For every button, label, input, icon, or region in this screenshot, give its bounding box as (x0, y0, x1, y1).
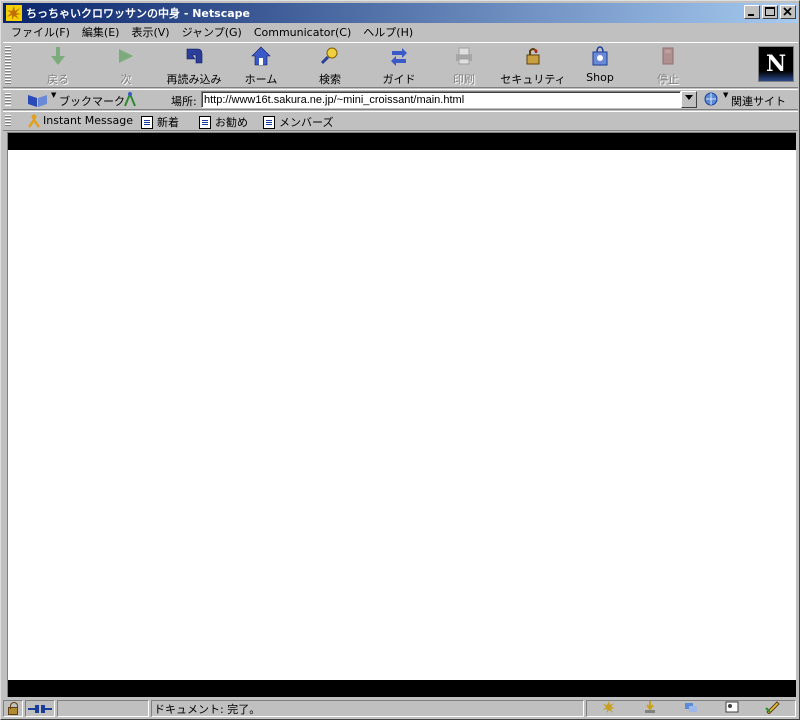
bottom-frame-band (8, 680, 796, 697)
shop-bag-icon (587, 45, 613, 67)
back-button[interactable]: 戻る (41, 45, 75, 87)
document-icon (199, 115, 211, 129)
stop-button[interactable]: 停止 (651, 45, 685, 87)
chevron-down-icon[interactable]: ▼ (51, 91, 56, 99)
window-title: ちっちゃいクロワッサンの中身 - Netscape (26, 7, 250, 20)
instant-message-button[interactable]: Instant Message (27, 114, 133, 128)
title-bar[interactable]: ちっちゃいクロワッサンの中身 - Netscape (3, 3, 798, 23)
page-content[interactable] (7, 132, 796, 697)
print-button[interactable]: 印刷 (447, 45, 481, 87)
personal-link-recommended[interactable]: お勧め (199, 114, 248, 130)
toolbar-grip[interactable] (5, 93, 11, 106)
home-button[interactable]: ホーム (241, 45, 281, 87)
menu-view[interactable]: 表示(V) (125, 24, 175, 40)
search-icon (317, 45, 343, 67)
guide-icon (386, 45, 412, 67)
personal-link-members[interactable]: メンバーズ (263, 114, 333, 130)
personal-link-new[interactable]: 新着 (141, 114, 179, 130)
related-sites-button[interactable]: 関連サイト (731, 93, 786, 109)
document-icon (141, 115, 153, 129)
shop-button[interactable]: Shop (583, 45, 617, 87)
document-icon (263, 115, 275, 129)
reload-button[interactable]: 再読み込み (161, 45, 227, 87)
component-bar (586, 700, 796, 717)
forward-button[interactable]: 次 (109, 45, 143, 87)
connection-status-icon (25, 700, 55, 717)
status-bar: ドキュメント: 完了。 (3, 699, 798, 718)
top-frame-band (8, 133, 796, 150)
netscape-throbber-logo[interactable]: N (758, 46, 794, 82)
search-button[interactable]: 検索 (313, 45, 347, 87)
bookmarks-icon[interactable] (27, 92, 49, 112)
stop-icon (655, 45, 681, 67)
composer-icon[interactable] (764, 700, 781, 717)
menu-help[interactable]: ヘルプ(H) (357, 24, 419, 40)
address-book-icon[interactable] (724, 700, 740, 717)
newsgroup-icon[interactable] (683, 700, 699, 717)
forward-arrow-icon (113, 45, 139, 67)
bookmarks-button[interactable]: ブックマーク (59, 93, 125, 109)
back-arrow-icon (45, 45, 71, 67)
url-dropdown-button[interactable] (681, 91, 697, 108)
close-button[interactable] (780, 5, 796, 19)
instant-message-icon (27, 114, 41, 128)
navigation-toolbar: 戻る 次 再読み込み ホーム 検索 ガイド 印刷 セキュリティ Shop 停止 … (3, 42, 798, 88)
location-toolbar: ▼ ブックマーク 場所: ▼ 関連サイト (3, 89, 798, 110)
security-button[interactable]: セキュリティ (500, 45, 566, 87)
minimize-button[interactable] (744, 5, 760, 19)
browser-window: ちっちゃいクロワッサンの中身 - Netscape ファイル(F) 編集(E) … (0, 0, 800, 720)
security-status-icon[interactable] (3, 700, 23, 717)
security-lock-icon (520, 45, 546, 67)
toolbar-grip[interactable] (5, 46, 11, 84)
location-label: 場所: (171, 95, 197, 108)
progress-meter (57, 700, 149, 717)
reload-icon (181, 45, 207, 67)
menu-file[interactable]: ファイル(F) (5, 24, 76, 40)
page-proxy-icon[interactable] (123, 91, 137, 111)
url-input[interactable] (201, 91, 681, 108)
guide-button[interactable]: ガイド (379, 45, 419, 87)
mail-icon[interactable] (642, 700, 658, 717)
status-text: ドキュメント: 完了。 (151, 700, 584, 717)
navigator-icon[interactable] (601, 700, 617, 717)
personal-toolbar: Instant Message 新着 お勧め メンバーズ (3, 111, 798, 131)
menu-edit[interactable]: 編集(E) (76, 24, 126, 40)
home-icon (248, 45, 274, 67)
toolbar-grip[interactable] (5, 115, 11, 127)
print-icon (451, 45, 477, 67)
menu-go[interactable]: ジャンプ(G) (176, 24, 248, 40)
maximize-button[interactable] (762, 5, 778, 19)
menu-communicator[interactable]: Communicator(C) (248, 26, 357, 39)
related-sites-icon[interactable] (703, 91, 721, 111)
netscape-app-icon (6, 5, 22, 21)
menu-bar: ファイル(F) 編集(E) 表示(V) ジャンプ(G) Communicator… (5, 23, 419, 41)
chevron-down-icon[interactable]: ▼ (723, 91, 728, 99)
